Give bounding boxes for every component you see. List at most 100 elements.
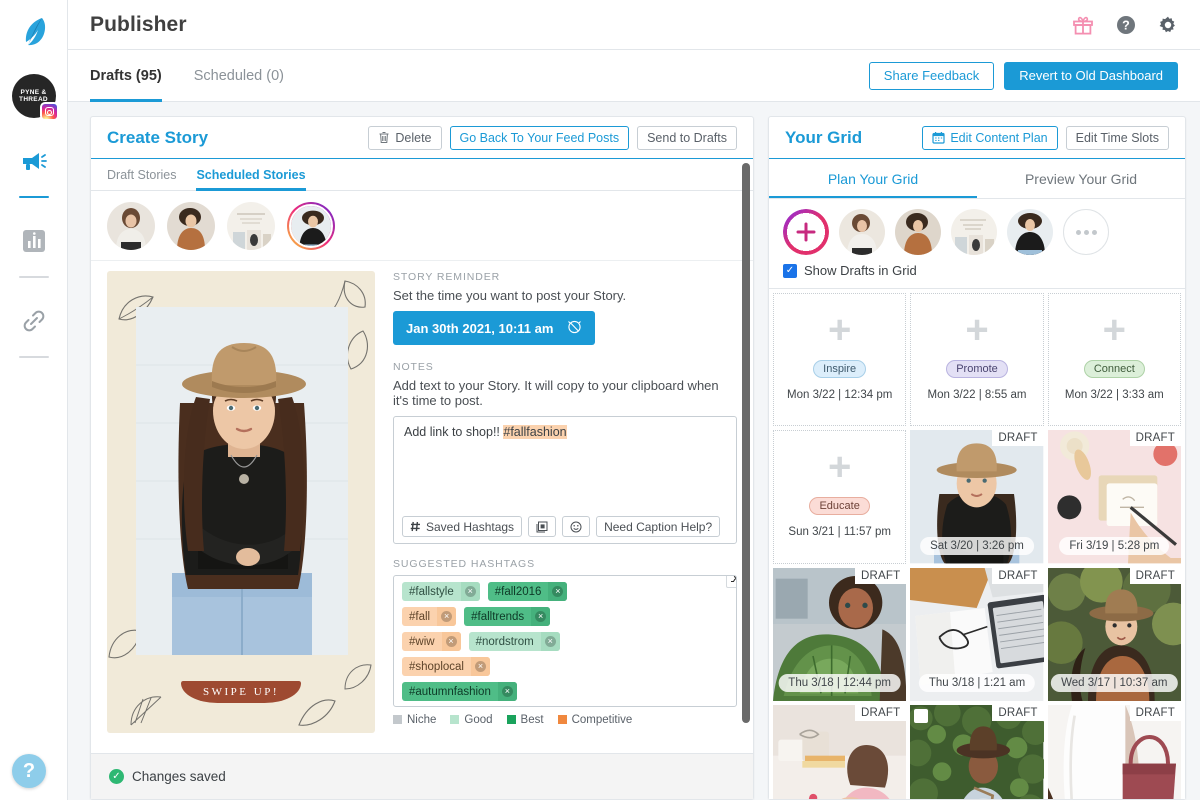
send-to-drafts-button[interactable]: Send to Drafts (637, 125, 737, 150)
remove-hashtag-icon[interactable]: × (470, 657, 490, 676)
help-button[interactable]: ? (12, 754, 46, 788)
grid-avatar-3[interactable] (951, 209, 997, 255)
story-thumbnail-strip (91, 191, 753, 261)
sidebar-item-publisher[interactable] (14, 144, 54, 178)
grid-scroll-area[interactable]: + Inspire Mon 3/22 | 12:34 pm + Promote Mon 3… (769, 288, 1185, 799)
share-feedback-button[interactable]: Share Feedback (868, 61, 995, 90)
grid-cell[interactable]: + Connect Mon 3/22 | 3:33 am (1047, 293, 1181, 427)
remove-hashtag-icon[interactable]: × (531, 607, 551, 626)
content-type-pill: Inspire (813, 359, 867, 378)
hashtag-chip[interactable]: #nordstrom × (468, 632, 560, 651)
gift-icon[interactable] (1072, 14, 1094, 36)
your-grid-title: Your Grid (785, 127, 863, 147)
time-slot-label: Sat 3/20 | 3:26 pm (920, 536, 1034, 555)
avatar[interactable]: PYNE & THREAD (11, 74, 59, 121)
content-type-pill: Educate (809, 496, 870, 515)
subtab-scheduled-stories[interactable]: Scheduled Stories (196, 159, 306, 191)
more-avatar[interactable] (1063, 209, 1109, 255)
grid-cell[interactable]: DRAFT Wed 3/17 | 10:37 am (1047, 567, 1181, 701)
instagram-badge-icon (39, 102, 59, 121)
sidebar-item-link-in-bio[interactable] (14, 304, 54, 338)
add-post-avatar[interactable] (783, 209, 829, 255)
hashtag-label: #falltrends (471, 610, 525, 623)
remove-hashtag-icon[interactable]: × (540, 632, 560, 651)
remove-hashtag-icon[interactable]: × (548, 582, 568, 601)
story-thumb-1[interactable] (107, 201, 155, 250)
left-panel-scrollbar[interactable] (742, 163, 750, 753)
remove-hashtag-icon[interactable]: × (441, 632, 461, 651)
tab-preview-your-grid[interactable]: Preview Your Grid (977, 159, 1185, 198)
status-badge: DRAFT (992, 430, 1044, 447)
rail-divider-1 (18, 276, 49, 278)
suggested-hashtag-rows: #fallstyle × #fall2016 × #fall × #falltrends × #… (402, 582, 728, 706)
calendar-icon (932, 132, 945, 144)
hashtag-chip[interactable]: #shoplocal × (402, 657, 490, 676)
saved-hashtags-button[interactable]: Saved Hashtags (402, 516, 523, 537)
time-slot-label: Mon 3/22 | 3:33 am (1054, 385, 1174, 404)
help-icon[interactable]: ? (1116, 15, 1136, 35)
delete-button[interactable]: Delete (368, 125, 442, 150)
go-back-label: Go Back To Your Feed Posts (459, 130, 620, 145)
emoji-button[interactable] (562, 516, 591, 537)
feather-logo-icon[interactable] (14, 12, 54, 52)
shuffle-icon[interactable] (726, 576, 736, 588)
hashtag-row: #wiw × #nordstrom × (402, 632, 728, 651)
hashtag-chip[interactable]: #fall2016 × (487, 582, 568, 601)
grid-cell[interactable]: + Promote Mon 3/22 | 8:55 am (910, 293, 1044, 427)
time-slot-label: Thu 3/18 | 1:21 am (918, 673, 1036, 692)
remove-hashtag-icon[interactable]: × (497, 682, 517, 701)
grid-cell[interactable]: DRAFT Thu 3/18 | 1:21 am (910, 567, 1044, 701)
hashtag-label: #shoplocal (409, 660, 464, 673)
content-type-pill: Connect (1083, 359, 1145, 378)
hashtag-chip[interactable]: #fallstyle × (402, 582, 480, 601)
suggested-hashtags-label: SUGGESTED HASHTAGS (393, 558, 536, 570)
left-rail: PYNE & THREAD ? (0, 0, 68, 800)
remove-hashtag-icon[interactable]: × (460, 582, 480, 601)
grid-avatar-1[interactable] (839, 209, 885, 255)
grid-cell[interactable]: + Educate Sun 3/21 | 11:57 pm (773, 430, 907, 564)
create-story-panel: Create Story Delete Go Back To Your Feed… (90, 116, 754, 800)
edit-content-plan-button[interactable]: Edit Content Plan (922, 125, 1058, 150)
edit-time-slots-button[interactable]: Edit Time Slots (1065, 125, 1169, 150)
tab-scheduled[interactable]: Scheduled (0) (194, 50, 284, 102)
hashtag-chip[interactable]: #wiw × (402, 632, 461, 651)
grid-avatar-4[interactable] (1007, 209, 1053, 255)
notes-box: Add link to shop!! #fallfashion Saved Ha… (393, 416, 737, 544)
grid-cell[interactable]: + Inspire Mon 3/22 | 12:34 pm (773, 293, 907, 427)
caption-help-button[interactable]: Need Caption Help? (596, 516, 721, 537)
story-thumb-2[interactable] (167, 201, 215, 250)
hashtag-chip[interactable]: #fall × (402, 607, 457, 626)
grid-cell[interactable]: DRAFT (1047, 704, 1181, 799)
story-thumb-3[interactable] (227, 201, 275, 250)
template-button[interactable] (528, 516, 557, 537)
grid-avatar-2[interactable] (895, 209, 941, 255)
revert-dashboard-button[interactable]: Revert to Old Dashboard (1004, 61, 1178, 90)
time-slot-label: Sun 3/21 | 11:57 pm (778, 522, 901, 541)
legend-item: Competitive (557, 714, 632, 726)
hashtag-legend: Niche Good Best Competitive (393, 714, 737, 726)
status-badge: DRAFT (1129, 567, 1181, 584)
story-canvas[interactable]: SWIPE UP! (107, 271, 375, 733)
subtab-draft-stories[interactable]: Draft Stories (107, 159, 176, 191)
remove-hashtag-icon[interactable]: × (437, 607, 457, 626)
top-bar: Publisher ? (68, 0, 1200, 50)
hashtag-chip[interactable]: #falltrends × (464, 607, 551, 626)
go-back-feed-posts-button[interactable]: Go Back To Your Feed Posts (449, 125, 630, 150)
delete-label: Delete (395, 130, 432, 145)
story-photo (136, 307, 348, 655)
sidebar-item-analytics[interactable] (14, 224, 54, 258)
grid-cell[interactable]: DRAFT (910, 704, 1044, 799)
select-post-checkbox[interactable] (914, 708, 929, 723)
notes-textarea[interactable]: Add link to shop!! #fallfashion (394, 417, 736, 510)
story-thumb-4[interactable] (287, 201, 335, 250)
grid-cell[interactable]: DRAFT Sat 3/20 | 3:26 pm (910, 430, 1044, 564)
gear-icon[interactable] (1158, 15, 1178, 35)
tab-drafts[interactable]: Drafts (95) (90, 50, 162, 102)
schedule-time-button[interactable]: Jan 30th 2021, 10:11 am (393, 311, 596, 345)
hashtag-chip[interactable]: #autumnfashion × (402, 682, 517, 701)
grid-cell[interactable]: DRAFT Fri 3/19 | 5:28 pm (1047, 430, 1181, 564)
grid-cell[interactable]: DRAFT Thu 3/18 | 12:44 pm (773, 567, 907, 701)
tab-plan-your-grid[interactable]: Plan Your Grid (769, 159, 977, 198)
grid-cell[interactable]: DRAFT (773, 704, 907, 799)
show-drafts-checkbox[interactable]: ✓ (783, 263, 797, 278)
